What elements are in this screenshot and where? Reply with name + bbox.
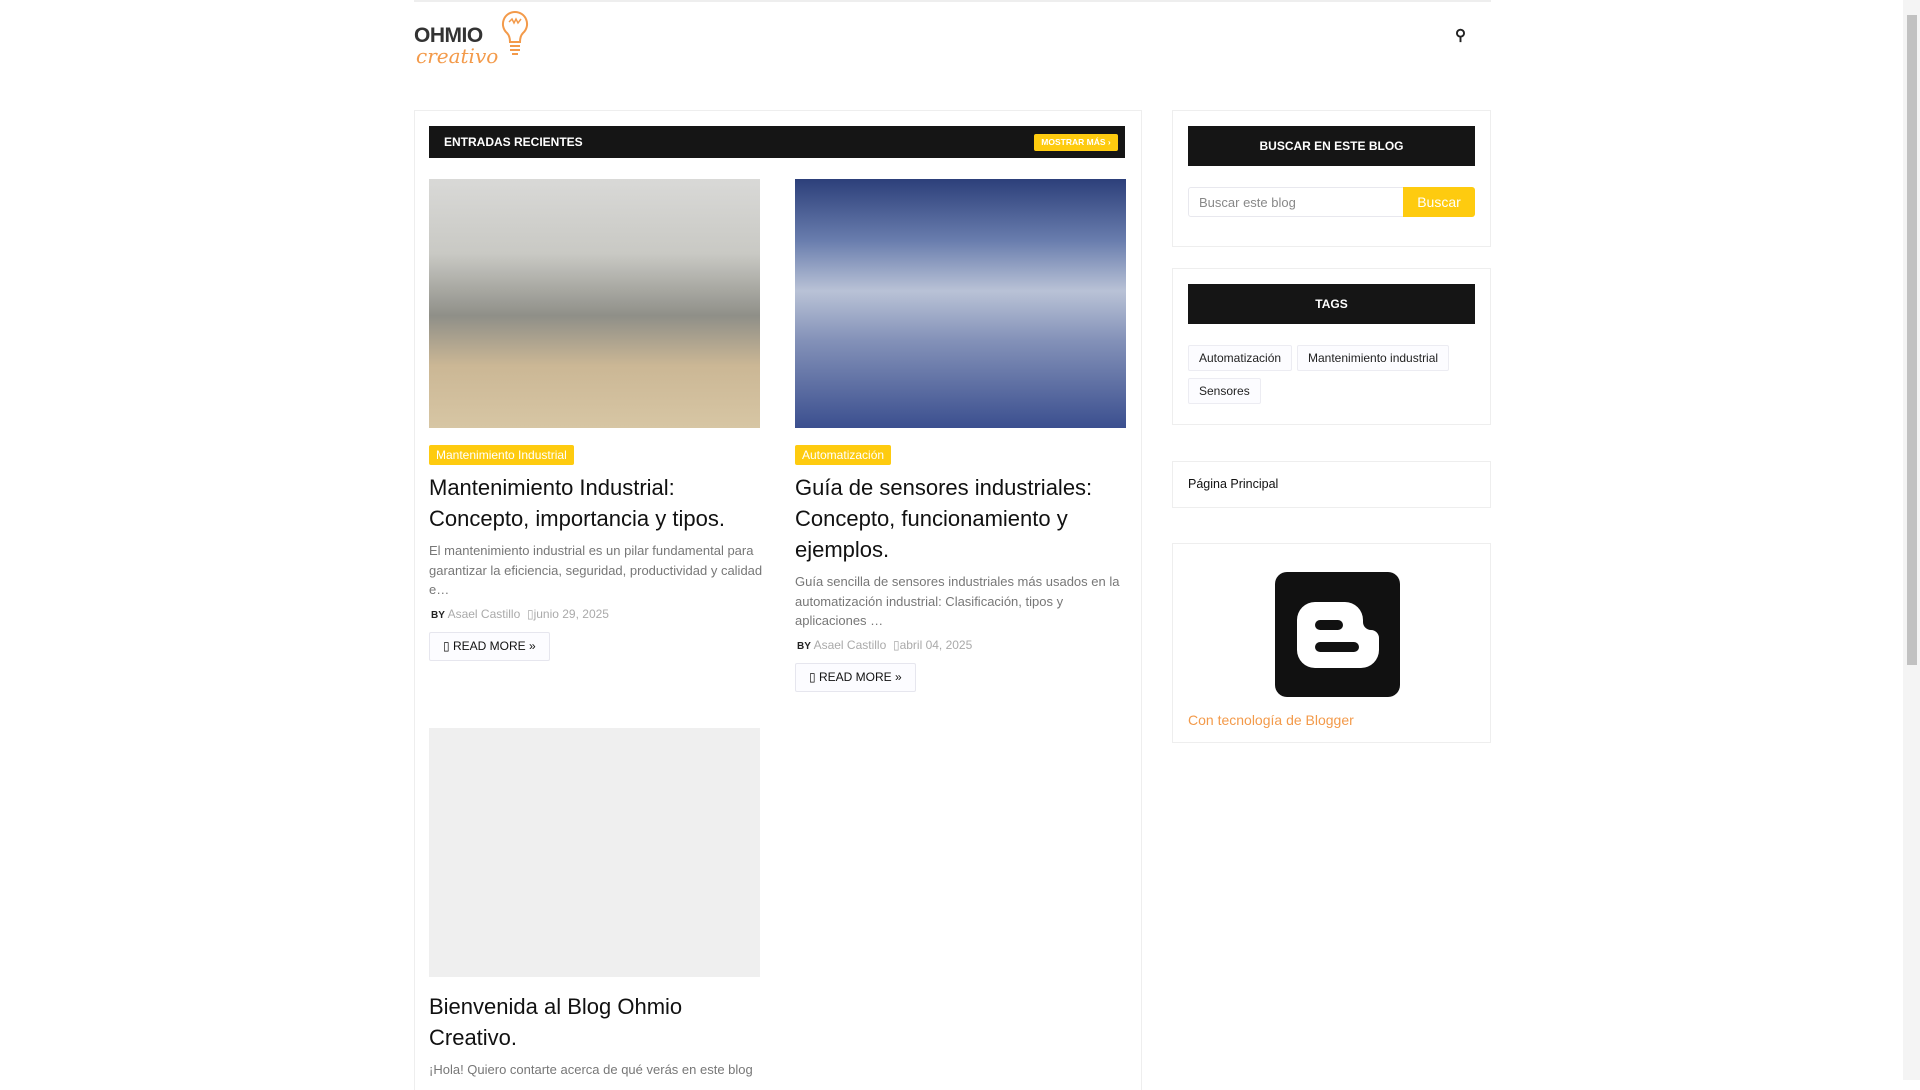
post-author[interactable]: Asael Castillo bbox=[814, 638, 887, 652]
post-category-label[interactable]: Mantenimiento Industrial bbox=[429, 445, 574, 465]
post-thumbnail[interactable] bbox=[795, 179, 1126, 428]
post-title[interactable]: Guía de sensores industriales: Concepto,… bbox=[795, 472, 1130, 565]
tag-automatizacion[interactable]: Automatización bbox=[1188, 345, 1293, 371]
post-meta: BY Asael Castillo ▯junio 29, 2025 bbox=[431, 607, 609, 621]
search-widget-title: BUSCAR EN ESTE BLOG bbox=[1188, 126, 1475, 166]
tags-widget-title: TAGS bbox=[1188, 284, 1475, 324]
read-more-label: READ MORE » bbox=[818, 670, 902, 684]
post-meta: BY Asael Castillo ▯abril 04, 2025 bbox=[797, 638, 972, 652]
link-icon: ▯ bbox=[809, 670, 819, 684]
post-thumbnail[interactable] bbox=[429, 179, 760, 428]
logo-text-bottom: creativo bbox=[416, 44, 499, 68]
link-icon: ▯ bbox=[443, 639, 453, 653]
recent-posts-title: ENTRADAS RECIENTES bbox=[429, 126, 1125, 158]
header-divider bbox=[414, 0, 1491, 2]
by-label: BY bbox=[431, 610, 445, 621]
read-more-label: READ MORE » bbox=[452, 639, 536, 653]
post-date: abril 04, 2025 bbox=[899, 638, 973, 652]
show-more-button[interactable]: MOSTRAR MÁS › bbox=[1034, 134, 1118, 151]
post-date: junio 29, 2025 bbox=[533, 607, 609, 621]
post-category-label[interactable]: Automatización bbox=[795, 445, 892, 465]
blogger-logo-icon[interactable] bbox=[1275, 572, 1400, 697]
lightbulb-icon bbox=[501, 10, 529, 55]
by-label: BY bbox=[797, 641, 811, 652]
post-thumbnail[interactable] bbox=[429, 728, 760, 977]
read-more-button[interactable]: ▯ READ MORE » bbox=[429, 632, 550, 661]
post-title[interactable]: Bienvenida al Blog Ohmio Creativo. bbox=[429, 991, 764, 1053]
search-button[interactable]: Buscar bbox=[1403, 187, 1475, 217]
home-page-link[interactable]: Página Principal bbox=[1188, 477, 1278, 491]
calendar-icon: ▯ bbox=[892, 638, 900, 652]
calendar-icon: ▯ bbox=[526, 607, 534, 621]
blog-search-input[interactable] bbox=[1188, 187, 1405, 217]
search-icon[interactable]: ⚲ bbox=[1455, 26, 1466, 44]
post-title[interactable]: Mantenimiento Industrial: Concepto, impo… bbox=[429, 472, 764, 534]
post-excerpt: ¡Hola! Quiero contarte acerca de qué ver… bbox=[429, 1062, 753, 1077]
blogger-attribution-link[interactable]: Con tecnología de Blogger bbox=[1188, 712, 1354, 728]
post-author[interactable]: Asael Castillo bbox=[448, 607, 521, 621]
tag-mantenimiento-industrial[interactable]: Mantenimiento industrial bbox=[1297, 345, 1450, 371]
post-excerpt: El mantenimiento industrial es un pilar … bbox=[429, 543, 763, 597]
scrollbar-thumb[interactable] bbox=[1907, 15, 1917, 665]
tag-sensores[interactable]: Sensores bbox=[1188, 378, 1261, 404]
site-logo[interactable]: OHMIO creativo bbox=[414, 10, 529, 68]
read-more-button[interactable]: ▯ READ MORE » bbox=[795, 663, 916, 692]
post-excerpt: Guía sencilla de sensores industriales m… bbox=[795, 574, 1120, 628]
